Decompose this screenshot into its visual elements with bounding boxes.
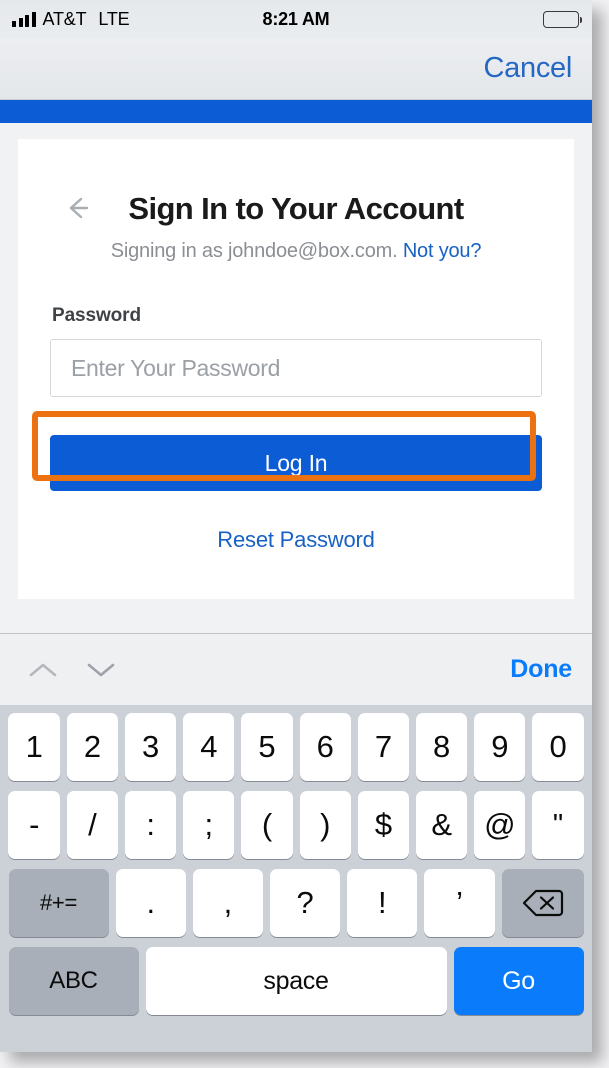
key-dollar[interactable]: $ (357, 791, 409, 859)
status-bar: AT&T LTE 8:21 AM (0, 0, 592, 38)
key-paren-close[interactable]: ) (299, 791, 351, 859)
key-exclamation[interactable]: ! (347, 869, 418, 937)
screenshot-root: AT&T LTE 8:21 AM Cancel Sign In to Your … (0, 0, 609, 1068)
key-go[interactable]: Go (453, 947, 584, 1015)
chevron-up-icon[interactable] (20, 647, 66, 693)
login-button[interactable]: Log In (50, 435, 542, 491)
key-abc-toggle[interactable]: ABC (8, 947, 139, 1015)
key-symbols-toggle[interactable]: #+= (8, 869, 109, 937)
key-7[interactable]: 7 (357, 713, 409, 781)
key-2[interactable]: 2 (66, 713, 118, 781)
password-field[interactable] (50, 339, 542, 397)
back-arrow-icon[interactable] (60, 191, 94, 225)
key-4[interactable]: 4 (183, 713, 235, 781)
key-semicolon[interactable]: ; (183, 791, 235, 859)
key-8[interactable]: 8 (415, 713, 468, 781)
signin-subtitle: Signing in as johndoe@box.com. Not you? (50, 240, 542, 263)
keyboard-accessory-bar: Done (0, 633, 592, 705)
key-0[interactable]: 0 (532, 713, 584, 781)
keyboard-row-bottom: ABC space Go (5, 947, 587, 1015)
device-screen: AT&T LTE 8:21 AM Cancel Sign In to Your … (0, 0, 592, 1052)
cancel-button[interactable]: Cancel (484, 52, 592, 85)
not-you-link[interactable]: Not you? (403, 240, 482, 262)
key-ampersand[interactable]: & (415, 791, 468, 859)
password-label: Password (52, 305, 141, 326)
reset-password-link[interactable]: Reset Password (50, 527, 542, 553)
status-bar-right (543, 10, 582, 28)
signin-card: Sign In to Your Account Signing in as jo… (18, 139, 574, 599)
key-hyphen[interactable]: - (8, 791, 60, 859)
key-9[interactable]: 9 (474, 713, 526, 781)
on-screen-keyboard: 1 2 3 4 5 6 7 8 9 0 - / : ; ( ) $ & @ " … (0, 705, 592, 1052)
key-5[interactable]: 5 (241, 713, 293, 781)
backspace-icon[interactable] (501, 869, 584, 937)
keyboard-done-button[interactable]: Done (510, 655, 572, 684)
key-apostrophe[interactable]: ’ (424, 869, 495, 937)
page-title: Sign In to Your Account (128, 191, 464, 226)
key-comma[interactable]: , (192, 869, 263, 937)
page-body: Sign In to Your Account Signing in as jo… (0, 123, 592, 633)
key-paren-open[interactable]: ( (241, 791, 293, 859)
battery-full-icon (543, 10, 582, 28)
keyboard-row-punctuation: #+= . , ? ! ’ (5, 869, 587, 937)
keyboard-row-symbols: - / : ; ( ) $ & @ " (5, 791, 587, 859)
key-quote-double[interactable]: " (532, 791, 584, 859)
key-1[interactable]: 1 (8, 713, 60, 781)
nav-bar: Cancel (0, 38, 592, 100)
signin-subtitle-text: Signing in as johndoe@box.com. (110, 240, 398, 262)
key-colon[interactable]: : (124, 791, 177, 859)
key-question[interactable]: ? (269, 869, 341, 937)
key-3[interactable]: 3 (124, 713, 177, 781)
clock-label: 8:21 AM (262, 8, 330, 29)
key-space[interactable]: space (145, 947, 447, 1015)
password-input[interactable] (69, 353, 523, 383)
brand-bar (0, 100, 592, 123)
keyboard-row-numbers: 1 2 3 4 5 6 7 8 9 0 (5, 713, 587, 781)
card-header: Sign In to Your Account (50, 187, 542, 231)
key-period[interactable]: . (115, 869, 186, 937)
key-at[interactable]: @ (474, 791, 526, 859)
chevron-down-icon[interactable] (78, 647, 124, 693)
key-6[interactable]: 6 (299, 713, 351, 781)
key-slash[interactable]: / (66, 791, 118, 859)
